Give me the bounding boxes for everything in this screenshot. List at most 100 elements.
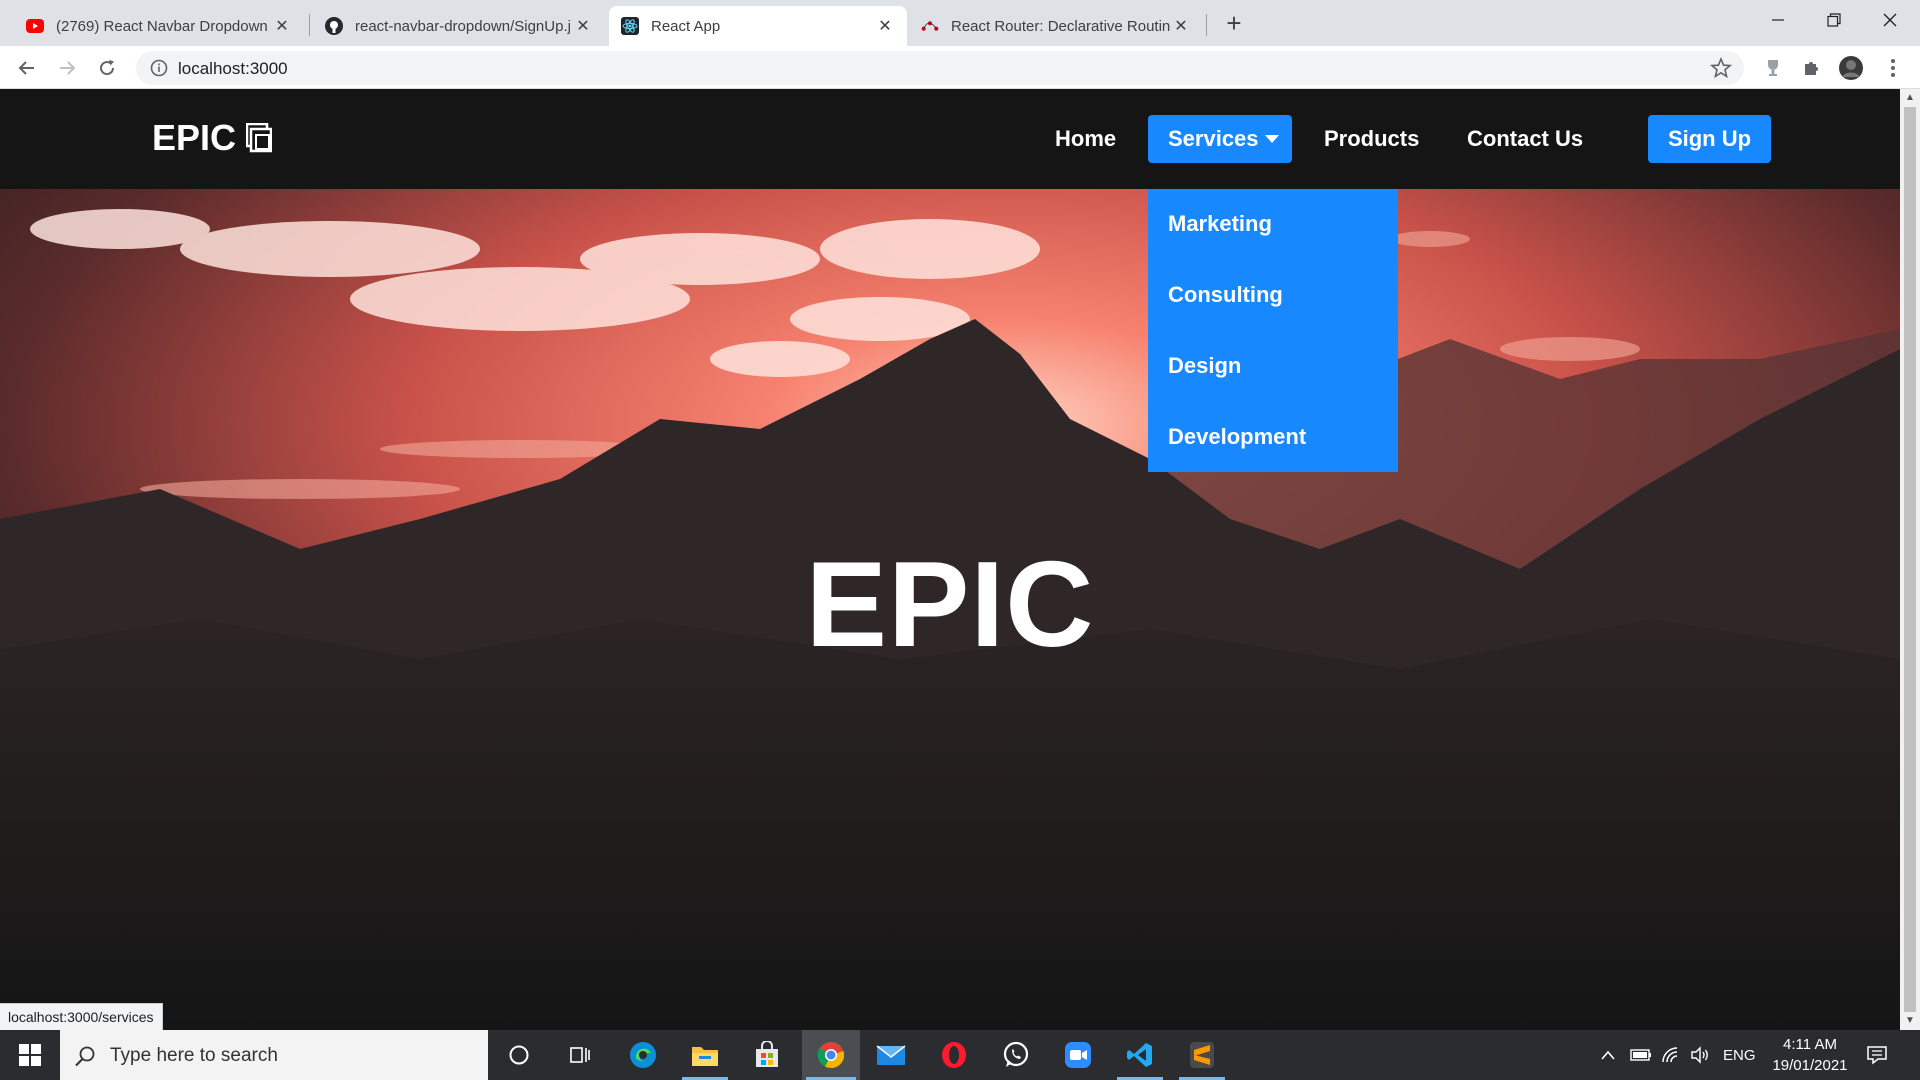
nav-products[interactable]: Products <box>1304 115 1439 163</box>
sublime-text-icon <box>1190 1042 1214 1068</box>
page-viewport: EPIC EPIC Home Services Products Contact… <box>0 89 1900 1030</box>
store-bag-icon <box>756 1041 778 1067</box>
taskbar-opera[interactable] <box>927 1030 981 1080</box>
speaker-icon <box>1691 1046 1708 1064</box>
forward-arrow-icon <box>60 61 76 75</box>
minimize-icon <box>1772 19 1784 21</box>
start-button[interactable] <box>0 1030 60 1080</box>
taskbar-microsoft-store[interactable] <box>740 1030 794 1080</box>
taskbar-chrome[interactable] <box>802 1030 860 1080</box>
nav-contact-label: Contact Us <box>1467 126 1584 151</box>
taskbar-search-box[interactable]: Type here to search <box>60 1030 488 1080</box>
dropdown-item-design[interactable]: Design <box>1148 331 1398 401</box>
network-status[interactable] <box>1661 1030 1681 1080</box>
show-hidden-icons-button[interactable] <box>1600 1030 1616 1080</box>
scrollbar-thumb[interactable] <box>1904 107 1916 1012</box>
nav-home[interactable]: Home <box>1035 115 1136 163</box>
dropdown-item-development[interactable]: Development <box>1148 402 1398 472</box>
new-tab-button[interactable]: + <box>1219 8 1249 38</box>
scroll-down-arrow-icon[interactable]: ▼ <box>1905 1015 1915 1026</box>
profile-button[interactable] <box>1836 53 1866 83</box>
tab-react-router[interactable]: React Router: Declarative Routing ✕ <box>909 6 1203 46</box>
scroll-up-arrow-icon[interactable]: ▲ <box>1905 92 1915 103</box>
zoom-icon <box>1065 1042 1091 1068</box>
reload-button[interactable] <box>92 53 122 83</box>
battery-icon <box>1630 1049 1651 1061</box>
clock-time: 4:11 AM <box>1783 1036 1837 1053</box>
action-center-button[interactable] <box>1866 1030 1888 1080</box>
extension-button[interactable] <box>1758 53 1788 83</box>
vscode-icon <box>1127 1043 1152 1067</box>
taskbar-clock[interactable]: 4:11 AM 19/01/2021 <box>1760 1034 1860 1076</box>
sign-up-button[interactable]: Sign Up <box>1648 115 1771 163</box>
whatsapp-icon <box>1003 1041 1029 1067</box>
nav-services[interactable]: Services <box>1148 115 1292 163</box>
close-window-button[interactable] <box>1862 0 1918 40</box>
page-scrollbar[interactable]: ▲ ▼ <box>1900 89 1920 1030</box>
react-router-icon <box>921 17 939 35</box>
nav-services-label: Services <box>1168 126 1259 151</box>
dropdown-item-consulting[interactable]: Consulting <box>1148 260 1398 330</box>
cortana-button[interactable] <box>492 1030 546 1080</box>
taskbar-edge[interactable] <box>616 1030 670 1080</box>
chrome-menu-button[interactable] <box>1878 53 1908 83</box>
bookmark-star-icon[interactable] <box>1710 57 1732 79</box>
kebab-menu-icon <box>1891 59 1895 77</box>
notification-icon <box>1867 1046 1887 1065</box>
hero-section: EPIC <box>0 189 1900 1030</box>
close-tab-icon[interactable]: ✕ <box>573 16 593 36</box>
close-tab-icon[interactable]: ✕ <box>272 16 292 36</box>
windows-taskbar: Type here to search ENG 4:11 AM 19/01/20… <box>0 1030 1920 1080</box>
volume-control[interactable] <box>1690 1030 1710 1080</box>
reload-icon <box>100 60 115 76</box>
back-arrow-icon <box>18 61 34 75</box>
site-logo[interactable]: EPIC <box>152 117 273 159</box>
sign-up-label: Sign Up <box>1667 126 1752 151</box>
chrome-icon <box>817 1042 845 1069</box>
minimize-button[interactable] <box>1750 0 1806 40</box>
taskbar-zoom[interactable] <box>1051 1030 1105 1080</box>
avatar-icon <box>1839 56 1863 80</box>
close-tab-icon[interactable]: ✕ <box>875 16 895 36</box>
address-bar[interactable]: localhost:3000 <box>136 51 1744 85</box>
taskbar-sublime-text[interactable] <box>1175 1030 1229 1080</box>
dropdown-item-label: Marketing <box>1168 211 1272 236</box>
taskbar-file-explorer[interactable] <box>678 1030 732 1080</box>
extensions-menu-button[interactable] <box>1797 53 1827 83</box>
close-icon <box>1883 13 1897 27</box>
url-text: localhost:3000 <box>178 59 288 78</box>
tab-title: React Router: Declarative Routing <box>951 17 1171 35</box>
chevron-up-icon <box>1601 1050 1615 1060</box>
tab-github[interactable]: react-navbar-dropdown/SignUp.j ✕ <box>313 6 605 46</box>
tab-title: (2769) React Navbar Dropdown M <box>56 17 272 35</box>
link-status-bubble: localhost:3000/services <box>0 1003 163 1030</box>
wifi-icon <box>1662 1047 1678 1063</box>
tab-separator <box>1206 14 1207 36</box>
nav-contact-us[interactable]: Contact Us <box>1447 115 1603 163</box>
taskbar-vscode[interactable] <box>1113 1030 1167 1080</box>
input-language[interactable]: ENG <box>1723 1030 1756 1080</box>
tab-youtube[interactable]: (2769) React Navbar Dropdown M ✕ <box>14 6 304 46</box>
task-view-button[interactable] <box>553 1030 607 1080</box>
site-info-icon[interactable] <box>150 59 168 77</box>
forward-button[interactable] <box>52 53 82 83</box>
back-button[interactable] <box>12 53 42 83</box>
search-placeholder: Type here to search <box>110 1045 278 1066</box>
opera-icon <box>942 1042 966 1068</box>
folder-icon <box>692 1047 718 1066</box>
taskbar-whatsapp[interactable] <box>989 1030 1043 1080</box>
tab-react-app[interactable]: React App ✕ <box>609 6 907 46</box>
cortana-circle-icon <box>509 1045 529 1065</box>
tab-title: react-navbar-dropdown/SignUp.j <box>355 17 571 35</box>
restore-button[interactable] <box>1806 0 1862 40</box>
puzzle-icon <box>1805 62 1818 75</box>
battery-status[interactable] <box>1630 1030 1652 1080</box>
clock-date: 19/01/2021 <box>1772 1057 1848 1074</box>
youtube-icon <box>26 17 44 35</box>
dropdown-item-marketing[interactable]: Marketing <box>1148 189 1398 259</box>
browser-tab-strip: (2769) React Navbar Dropdown M ✕ react-n… <box>0 0 1920 46</box>
taskbar-mail[interactable] <box>864 1030 918 1080</box>
tab-separator <box>309 14 310 36</box>
close-tab-icon[interactable]: ✕ <box>1171 16 1191 36</box>
services-dropdown-menu: Marketing Consulting Design Development <box>1148 189 1398 472</box>
